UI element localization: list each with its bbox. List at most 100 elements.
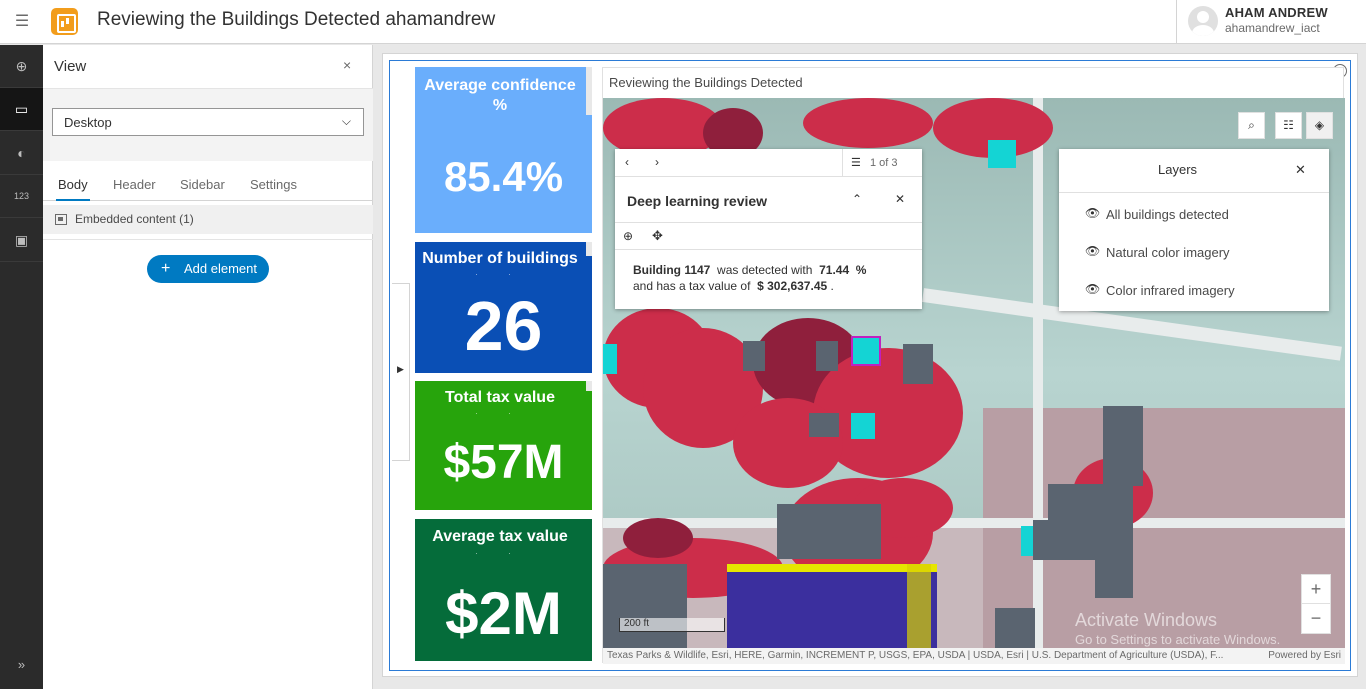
layer-item[interactable]: 👁 All buildings detected xyxy=(1059,206,1329,244)
desktop-icon[interactable]: ▭ xyxy=(0,88,43,131)
zoom-to-icon[interactable]: ⊕ xyxy=(623,229,633,243)
tax-text: and has a tax value of xyxy=(633,279,751,293)
indicator-value: 85.4% xyxy=(443,153,564,200)
app-header: ☰ Reviewing the Buildings Detected ahama… xyxy=(0,0,1366,44)
detected-building[interactable] xyxy=(603,344,617,374)
zoom-control: + − xyxy=(1301,574,1331,634)
close-icon[interactable]: × xyxy=(343,57,351,73)
feature-popup: ‹ › ☰ 1 of 3 Deep learning review ⌃ ✕ ⊕ … xyxy=(615,149,922,309)
watermark-line: Activate Windows xyxy=(1075,610,1218,630)
building xyxy=(809,413,839,437)
map-title: Reviewing the Buildings Detected xyxy=(609,75,803,90)
legend-icon[interactable]: ☷ xyxy=(1275,112,1302,139)
number-icon[interactable]: 123 xyxy=(0,175,43,218)
device-select-area: Desktop ⌵ xyxy=(43,89,373,161)
embedded-content-label: Embedded content (1) xyxy=(75,212,194,226)
theme-icon[interactable]: ◐ xyxy=(0,132,43,175)
add-element-button[interactable]: + Add element xyxy=(147,255,269,283)
expand-rail-icon[interactable]: » xyxy=(0,650,43,680)
indicator-value: $2M xyxy=(445,580,562,647)
indicator-total-tax-value[interactable]: Total tax value · · $57M xyxy=(415,381,592,510)
avatar[interactable] xyxy=(1188,6,1218,36)
divider xyxy=(43,239,373,240)
indicator-average-confidence[interactable]: Average confidence % 85.4% xyxy=(415,67,592,233)
tab-header[interactable]: Header xyxy=(113,177,156,192)
field-endzone xyxy=(907,564,931,648)
eye-icon[interactable]: 👁 xyxy=(1085,282,1100,296)
attribution-text: Texas Parks & Wildlife, Esri, HERE, Garm… xyxy=(607,650,1224,661)
eye-icon[interactable]: 👁 xyxy=(1085,206,1100,220)
field-endzone xyxy=(727,564,937,572)
popup-content: Building 1147 was detected with 71.44 % … xyxy=(633,262,913,294)
device-select[interactable]: Desktop ⌵ xyxy=(52,108,364,136)
scrollbar[interactable] xyxy=(586,242,592,256)
dashboard-app-logo xyxy=(51,8,78,35)
indicator-dots: · · xyxy=(475,409,525,418)
sidebar-toggle[interactable]: ▶ xyxy=(392,283,410,461)
chevron-left-icon[interactable]: ‹ xyxy=(625,155,629,169)
close-icon[interactable]: ✕ xyxy=(1295,162,1306,178)
close-icon[interactable]: ✕ xyxy=(895,192,905,206)
selected-building[interactable] xyxy=(851,336,881,366)
building xyxy=(777,504,881,559)
action-rail: ⊕ ▭ ◐ 123 ▣ » xyxy=(0,45,43,689)
chevron-right-icon: ▶ xyxy=(397,364,404,374)
layer-item[interactable]: 👁 Color infrared imagery xyxy=(1059,282,1329,320)
scrollbar[interactable] xyxy=(586,381,592,391)
dashboard-body[interactable]: ⤢ ▶ Average confidence % 85.4% Number of… xyxy=(389,60,1351,671)
building xyxy=(743,341,765,371)
zoom-in-button[interactable]: + xyxy=(1302,575,1330,604)
popup-pager[interactable]: ☰ 1 of 3 xyxy=(842,149,922,177)
chevron-right-icon[interactable]: › xyxy=(655,155,659,169)
hamburger-menu-icon[interactable]: ☰ xyxy=(12,12,32,32)
building xyxy=(816,341,838,371)
tree-cover xyxy=(733,398,843,488)
search-icon[interactable]: ⌕ xyxy=(1238,112,1265,139)
user-handle: ahamandrew_iact xyxy=(1225,21,1320,35)
save-icon[interactable]: ▣ xyxy=(0,219,43,262)
layer-label: Color infrared imagery xyxy=(1106,283,1235,298)
tab-body[interactable]: Body xyxy=(56,177,90,201)
detected-text: was detected with xyxy=(717,263,813,277)
tab-sidebar[interactable]: Sidebar xyxy=(180,177,225,192)
indicator-number-of-buildings[interactable]: Number of buildings · · 26 xyxy=(415,242,592,373)
pan-icon[interactable]: ✥ xyxy=(652,228,663,244)
indicator-dots: · · xyxy=(475,549,525,558)
road xyxy=(603,518,1345,528)
percent-sign: % xyxy=(855,263,867,277)
view-tabs: Body Header Sidebar Settings xyxy=(43,161,373,201)
powered-by-link[interactable]: Powered by Esri xyxy=(1262,650,1341,661)
building xyxy=(995,608,1035,648)
layer-label: Natural color imagery xyxy=(1106,245,1230,260)
confidence-value: 71.44 xyxy=(819,263,850,277)
watermark-line: Go to Settings to activate Windows. xyxy=(1075,632,1281,647)
sports-field xyxy=(727,564,937,648)
scale-bar: 200 ft xyxy=(619,618,725,632)
tab-settings[interactable]: Settings xyxy=(250,177,297,192)
map-attribution: Texas Parks & Wildlife, Esri, HERE, Garm… xyxy=(603,648,1345,664)
indicator-value: $57M xyxy=(443,436,564,489)
user-menu[interactable]: AHAM ANDREW ahamandrew_iact xyxy=(1176,0,1366,44)
building-id: Building 1147 xyxy=(633,263,711,277)
layers-icon[interactable]: ◈ xyxy=(1306,112,1333,139)
map-view[interactable]: ⌕ ☷ ◈ ‹ › ☰ 1 of 3 Deep learning review … xyxy=(603,98,1345,648)
detected-building[interactable] xyxy=(988,140,1016,168)
detected-building[interactable] xyxy=(851,413,875,439)
building xyxy=(1103,406,1143,486)
layer-label: All buildings detected xyxy=(1106,207,1229,222)
scrollbar[interactable] xyxy=(586,67,592,115)
layer-item[interactable]: 👁 Natural color imagery xyxy=(1059,244,1329,282)
chevron-down-icon: ⌵ xyxy=(341,114,351,128)
view-panel: View × Desktop ⌵ Body Header Sidebar Set… xyxy=(43,45,373,689)
embedded-content-item[interactable]: Embedded content (1) xyxy=(43,205,373,234)
eye-icon[interactable]: 👁 xyxy=(1085,244,1100,258)
map-widget: Reviewing the Buildings Detected ⌕ ☷ ◈ ‹… xyxy=(602,67,1345,664)
indicator-title: Total tax value xyxy=(445,389,555,406)
chevron-up-icon[interactable]: ⌃ xyxy=(852,192,862,206)
zoom-out-button[interactable]: − xyxy=(1302,605,1330,634)
road xyxy=(1033,98,1043,648)
add-icon[interactable]: ⊕ xyxy=(0,45,43,88)
dashboard-canvas: ⤢ ▶ Average confidence % 85.4% Number of… xyxy=(374,45,1366,689)
dashboard-frame: ⤢ ▶ Average confidence % 85.4% Number of… xyxy=(382,53,1358,677)
indicator-average-tax-value[interactable]: Average tax value · · $2M xyxy=(415,519,592,661)
